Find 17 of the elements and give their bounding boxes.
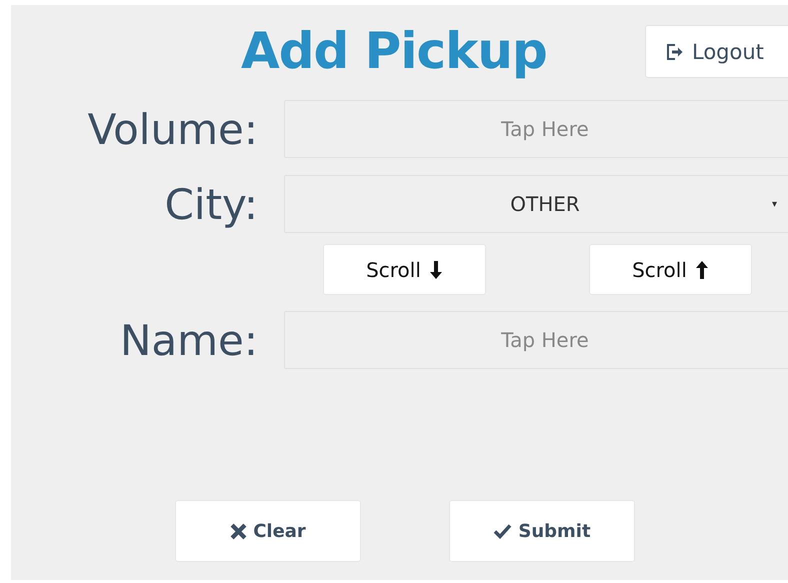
field-label: City: [164, 180, 258, 228]
submit-button[interactable]: Submit [449, 500, 635, 562]
clear-button[interactable]: Clear [175, 500, 361, 562]
input-field[interactable]: Tap Here [284, 311, 788, 369]
scroll-button[interactable]: Scroll [589, 244, 752, 295]
scroll-button[interactable]: Scroll [323, 244, 486, 295]
field-label: Name: [118, 316, 258, 364]
city-dropdown[interactable]: OTHER ▾ [284, 175, 788, 233]
check-icon [493, 523, 512, 539]
close-icon [230, 522, 248, 540]
input-field[interactable]: Tap Here [284, 100, 788, 158]
arrow-down-icon [428, 260, 443, 280]
logout-icon [664, 42, 684, 62]
logout-button[interactable]: Logout [645, 25, 788, 78]
page-title: Add Pickup [241, 22, 547, 80]
arrow-up-icon [694, 260, 709, 280]
field-label: Volume: [86, 104, 258, 154]
